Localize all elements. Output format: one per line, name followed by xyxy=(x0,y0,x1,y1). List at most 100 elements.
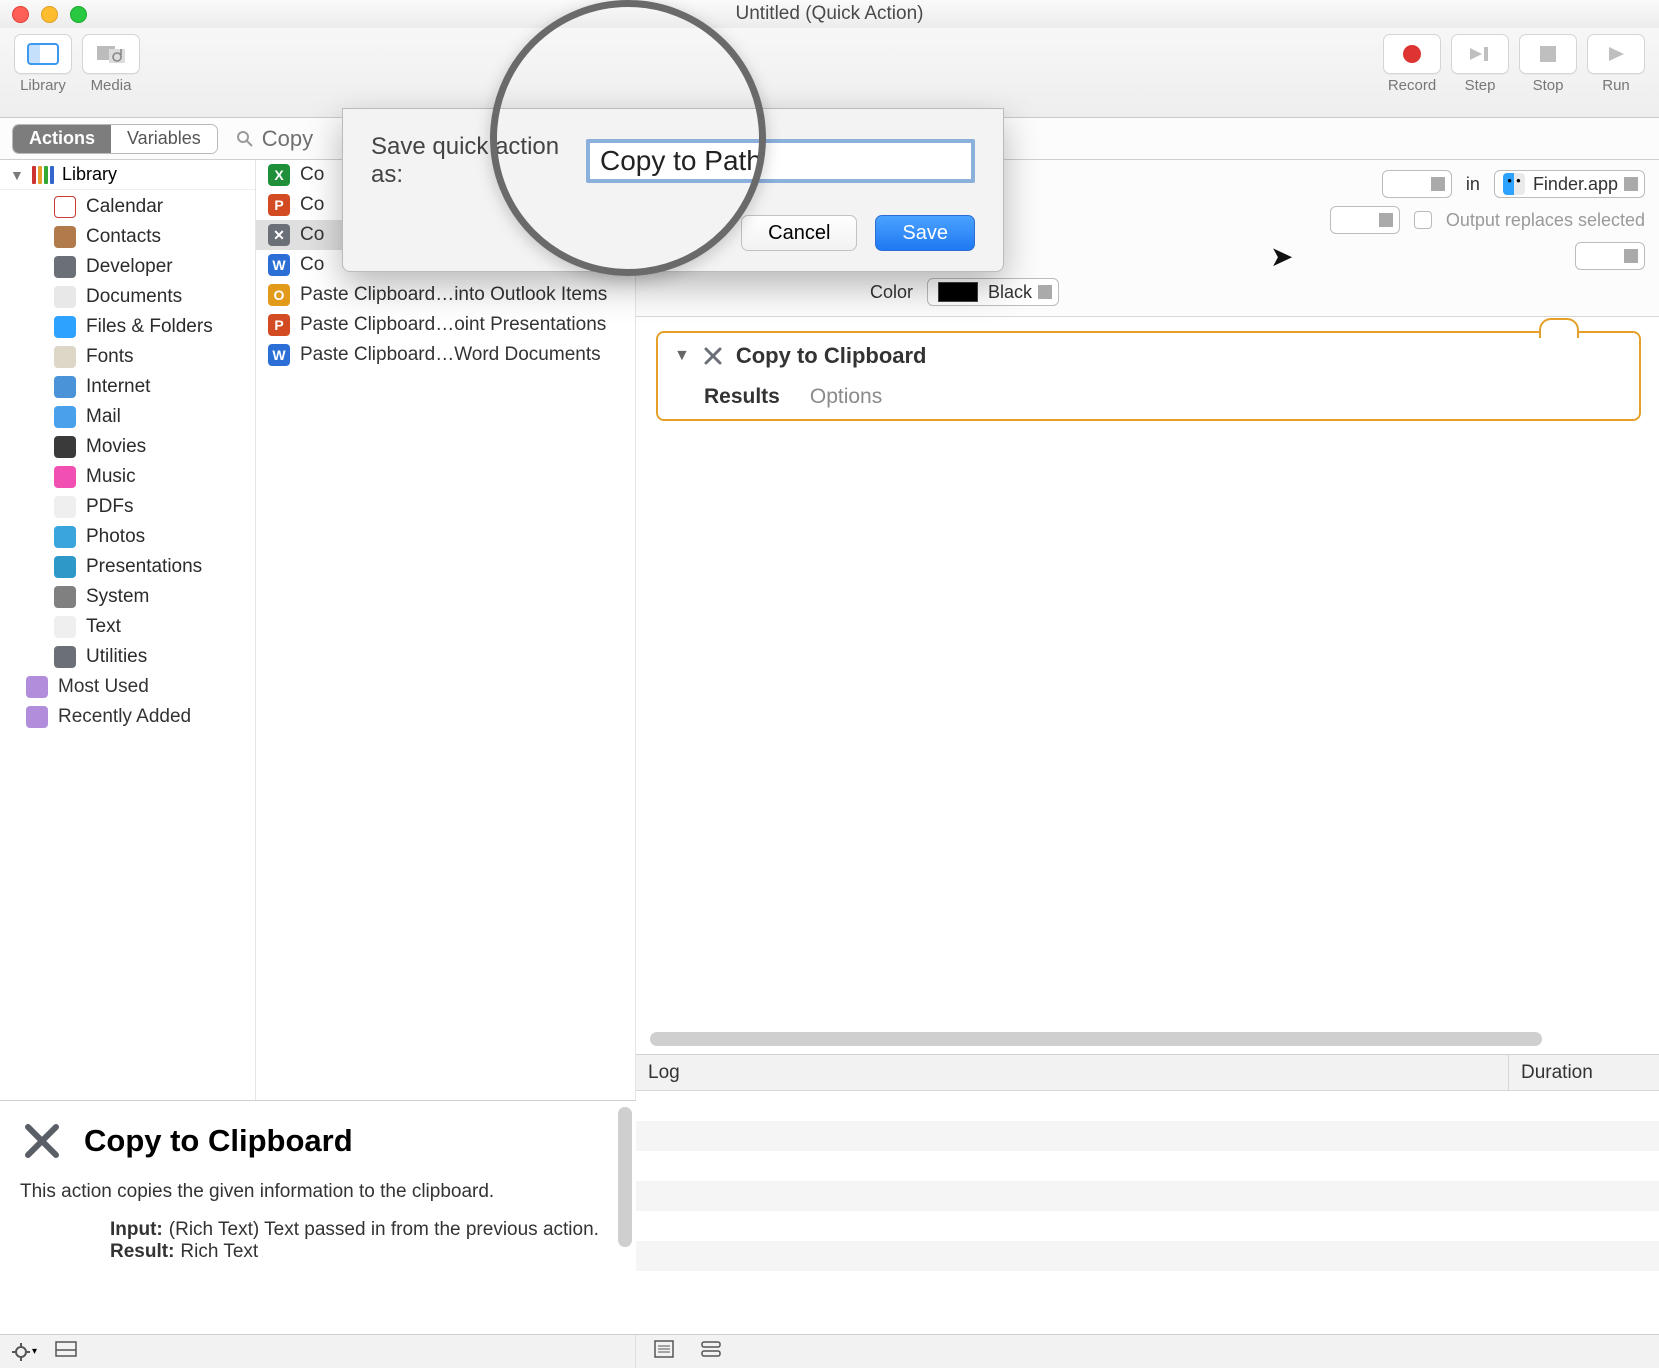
segment-variables[interactable]: Variables xyxy=(111,125,217,153)
record-button[interactable] xyxy=(1383,34,1441,74)
chevron-down-icon: ▼ xyxy=(10,167,24,183)
workflow-action-card[interactable]: ▼ Copy to Clipboard Results Options xyxy=(656,331,1641,421)
category-icon xyxy=(54,466,76,488)
gear-menu-icon[interactable]: ▾ xyxy=(12,1343,37,1361)
category-icon xyxy=(54,346,76,368)
library-item-label: Internet xyxy=(86,376,150,398)
input-value: (Rich Text) Text passed in from the prev… xyxy=(169,1219,599,1241)
action-connector xyxy=(1539,318,1579,338)
output-replaces-label: Output replaces selected xyxy=(1446,210,1645,231)
library-item[interactable]: System xyxy=(0,582,255,612)
library-item[interactable]: Utilities xyxy=(0,642,255,672)
category-icon xyxy=(54,226,76,248)
close-window-button[interactable] xyxy=(12,6,29,23)
app-icon: O xyxy=(268,284,290,306)
segment-actions[interactable]: Actions xyxy=(13,125,111,153)
library-smart-item[interactable]: Most Used xyxy=(0,672,255,702)
library-item-label: Presentations xyxy=(86,556,202,578)
library-segment: Actions Variables xyxy=(12,124,218,154)
library-toggle-label: Library xyxy=(20,77,66,94)
library-item-label: Text xyxy=(86,616,121,638)
category-icon xyxy=(54,526,76,548)
library-item-label: Most Used xyxy=(58,676,149,698)
library-item[interactable]: Photos xyxy=(0,522,255,552)
output-replaces-checkbox[interactable] xyxy=(1414,211,1432,229)
in-label: in xyxy=(1466,174,1480,195)
log-panel: Log Duration xyxy=(636,1054,1659,1334)
library-item[interactable]: Files & Folders xyxy=(0,312,255,342)
action-list-item[interactable]: OPaste Clipboard…into Outlook Items xyxy=(256,280,635,310)
run-button[interactable] xyxy=(1587,34,1645,74)
category-icon xyxy=(54,406,76,428)
cursor-icon: ➤ xyxy=(1270,240,1293,273)
search-field[interactable]: Copy xyxy=(236,126,313,152)
library-item[interactable]: Fonts xyxy=(0,342,255,372)
library-item[interactable]: Presentations xyxy=(0,552,255,582)
library-item[interactable]: Internet xyxy=(0,372,255,402)
log-view-icon[interactable] xyxy=(654,1340,674,1363)
category-icon xyxy=(54,256,76,278)
record-label: Record xyxy=(1388,77,1436,94)
smart-folder-icon xyxy=(26,706,48,728)
app-icon: X xyxy=(268,164,290,186)
library-item[interactable]: Music xyxy=(0,462,255,492)
workflow-view-icon[interactable] xyxy=(700,1340,722,1363)
library-item[interactable]: Developer xyxy=(0,252,255,282)
stop-button[interactable] xyxy=(1519,34,1577,74)
category-icon xyxy=(54,496,76,518)
tab-results[interactable]: Results xyxy=(704,385,780,409)
description-toggle-icon[interactable] xyxy=(55,1341,77,1362)
smart-folder-icon xyxy=(26,676,48,698)
category-icon xyxy=(54,376,76,398)
library-item[interactable]: Mail xyxy=(0,402,255,432)
save-button[interactable]: Save xyxy=(875,215,975,251)
window-titlebar: Untitled (Quick Action) xyxy=(0,0,1659,28)
cancel-button[interactable]: Cancel xyxy=(741,215,857,251)
library-toggle-button[interactable] xyxy=(14,34,72,74)
application-combo[interactable]: Finder.app xyxy=(1494,170,1645,198)
action-item-label: Paste Clipboard…Word Documents xyxy=(300,344,601,366)
media-label: Media xyxy=(91,77,132,94)
application-combo-value: Finder.app xyxy=(1533,174,1618,195)
media-button[interactable] xyxy=(82,34,140,74)
category-icon xyxy=(54,316,76,338)
save-name-input[interactable] xyxy=(586,139,975,183)
log-column-header[interactable]: Log xyxy=(636,1055,1509,1090)
category-icon xyxy=(54,436,76,458)
tab-options[interactable]: Options xyxy=(810,385,882,409)
description-scrollbar[interactable] xyxy=(618,1107,632,1247)
action-item-label: Co xyxy=(300,224,324,246)
library-item[interactable]: Documents xyxy=(0,282,255,312)
library-item[interactable]: Calendar xyxy=(0,192,255,222)
workflow-area: in Finder.app Output replaces selected xyxy=(636,160,1659,1334)
zoom-window-button[interactable] xyxy=(70,6,87,23)
category-icon xyxy=(54,586,76,608)
app-icon: P xyxy=(268,314,290,336)
utilities-icon xyxy=(702,345,724,367)
library-item[interactable]: Text xyxy=(0,612,255,642)
app-icon: P xyxy=(268,194,290,216)
library-item-label: Developer xyxy=(86,256,173,278)
library-item-label: Calendar xyxy=(86,196,163,218)
color-combo[interactable]: Black xyxy=(927,278,1059,306)
result-label: Result: xyxy=(110,1241,174,1263)
image-combo[interactable] xyxy=(1575,242,1645,270)
action-item-label: Co xyxy=(300,254,324,276)
duration-column-header[interactable]: Duration xyxy=(1509,1055,1659,1090)
workflow-hscrollbar[interactable] xyxy=(650,1032,1641,1046)
library-root[interactable]: ▼ Library xyxy=(0,160,255,190)
category-icon xyxy=(54,286,76,308)
library-item-label: Files & Folders xyxy=(86,316,213,338)
status-bar: ▾ xyxy=(0,1334,1659,1368)
library-smart-item[interactable]: Recently Added xyxy=(0,702,255,732)
library-item[interactable]: Movies xyxy=(0,432,255,462)
receives-combo[interactable] xyxy=(1382,170,1452,198)
minimize-window-button[interactable] xyxy=(41,6,58,23)
library-item[interactable]: Contacts xyxy=(0,222,255,252)
action-list-item[interactable]: WPaste Clipboard…Word Documents xyxy=(256,340,635,370)
library-item[interactable]: PDFs xyxy=(0,492,255,522)
color-swatch xyxy=(938,282,978,302)
input-combo[interactable] xyxy=(1330,206,1400,234)
action-list-item[interactable]: PPaste Clipboard…oint Presentations xyxy=(256,310,635,340)
step-button[interactable] xyxy=(1451,34,1509,74)
